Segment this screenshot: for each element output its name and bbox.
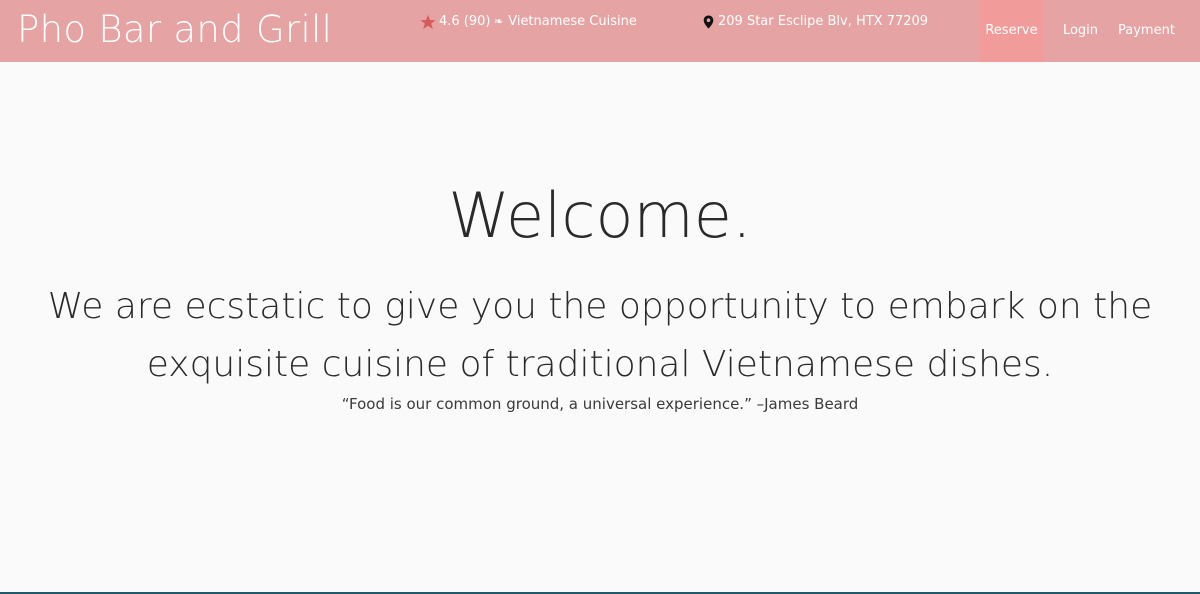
cuisine-info: ❧ Vietnamese Cuisine bbox=[494, 13, 637, 31]
brand-title[interactable]: Pho Bar and Grill bbox=[17, 8, 332, 52]
star-icon bbox=[420, 14, 436, 30]
hero-title: Welcome. bbox=[448, 179, 752, 252]
nav-reserve-link[interactable]: Reserve bbox=[980, 0, 1043, 62]
nav-login-link[interactable]: Login bbox=[1043, 0, 1118, 62]
hero-section: Welcome. We are ecstatic to give you the… bbox=[0, 62, 1200, 592]
site-header: Pho Bar and Grill 4.6 (90) ❧ Vietnamese … bbox=[0, 0, 1200, 62]
cuisine-text: Vietnamese Cuisine bbox=[508, 14, 637, 29]
rating-info: 4.6 (90) bbox=[420, 13, 491, 31]
main-nav: Reserve Login Payment bbox=[980, 0, 1200, 62]
address-info: 209 Star Esclipe Blv, HTX 77209 bbox=[703, 13, 928, 31]
leaf-icon: ❧ bbox=[494, 15, 504, 28]
rating-text: 4.6 (90) bbox=[439, 14, 491, 29]
nav-payment-link[interactable]: Payment bbox=[1118, 0, 1200, 62]
address-text: 209 Star Esclipe Blv, HTX 77209 bbox=[718, 14, 929, 29]
hero-subtitle: We are ecstatic to give you the opportun… bbox=[47, 286, 1153, 385]
map-pin-icon bbox=[703, 15, 714, 29]
hero-quote: “Food is our common ground, a universal … bbox=[341, 395, 859, 413]
